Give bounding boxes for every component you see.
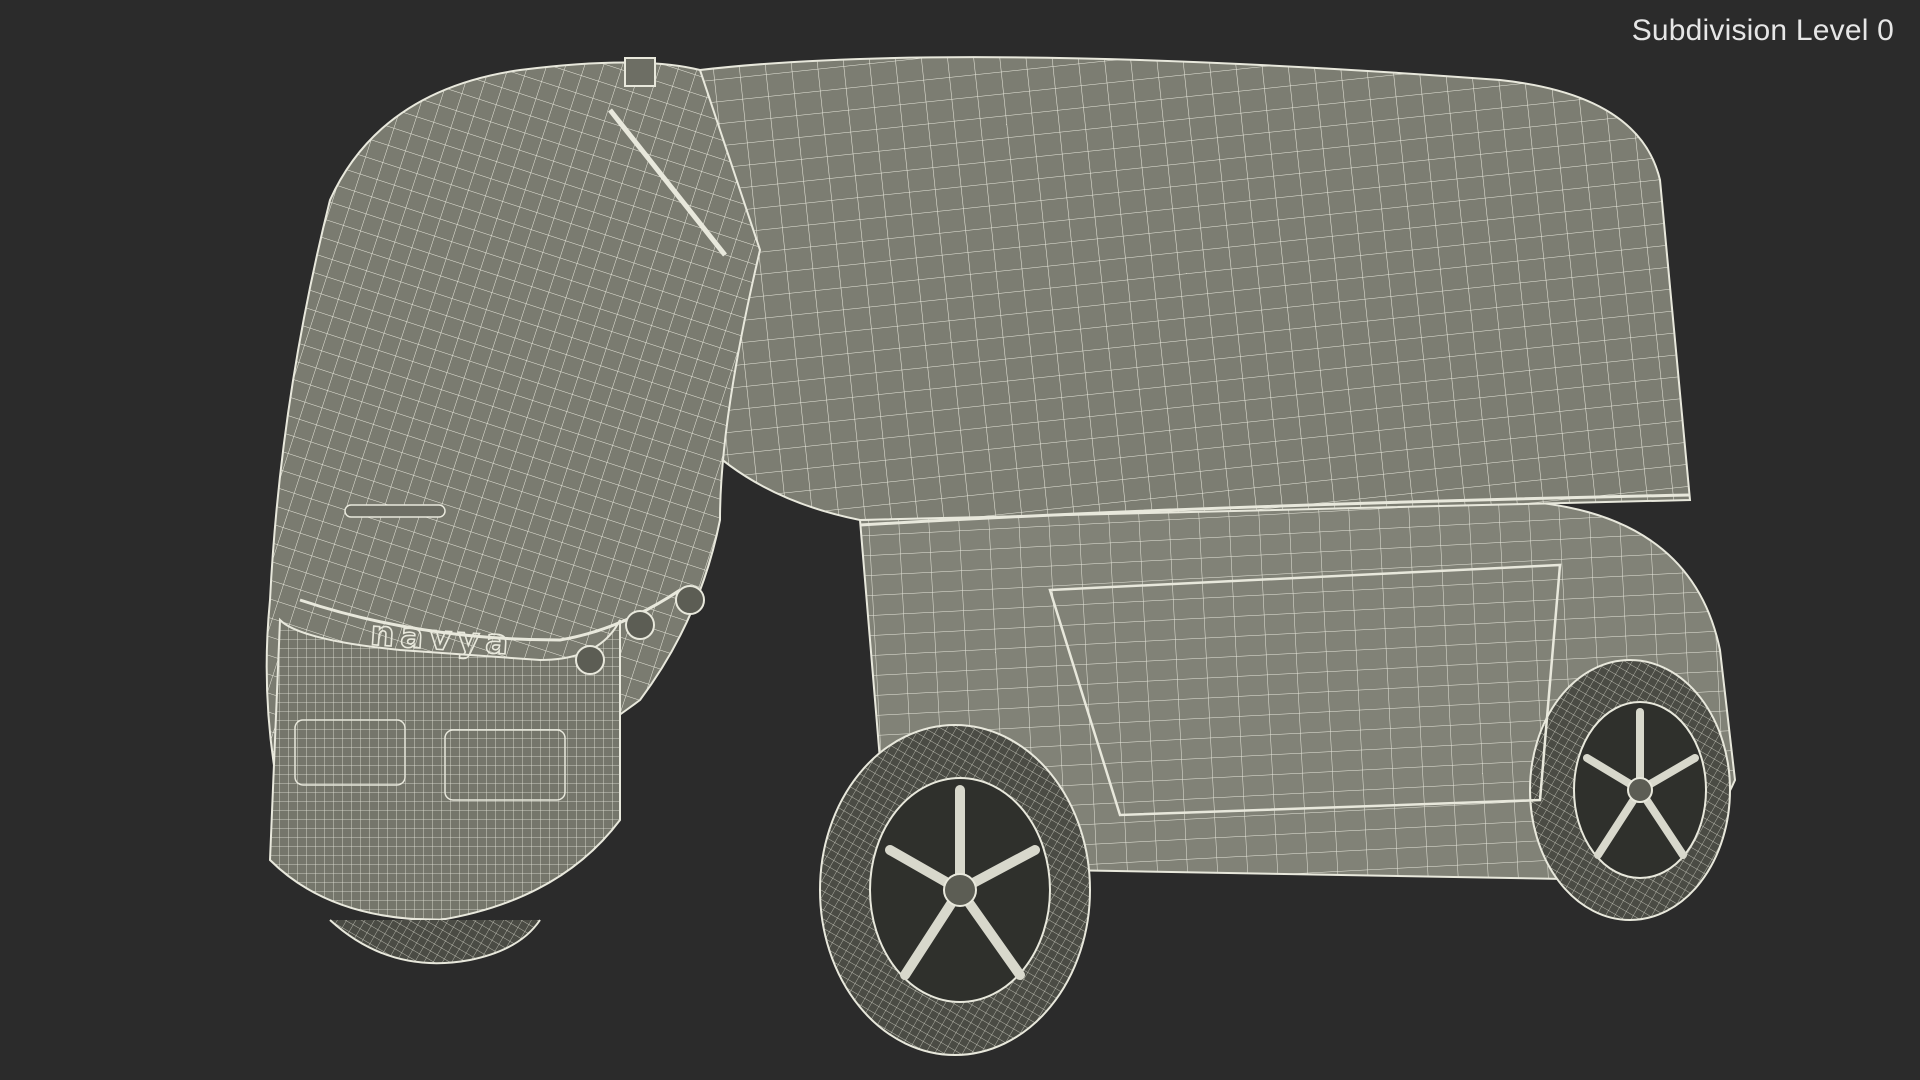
headlamp-1 xyxy=(575,645,605,675)
upper-body-panel xyxy=(699,56,1692,522)
front-wheel xyxy=(819,724,1091,1056)
front-light-bar xyxy=(344,504,446,518)
subdivision-level-label: Subdivision Level 0 xyxy=(1631,14,1894,47)
front-left-wheel xyxy=(329,919,541,965)
roof-sensor xyxy=(624,57,656,87)
grille-right xyxy=(444,729,566,801)
headlamp-2 xyxy=(625,610,655,640)
headlamp-3 xyxy=(675,585,705,615)
wireframe-vehicle-model: navya xyxy=(265,56,1737,1056)
rear-wheel xyxy=(1529,659,1731,921)
viewport-3d[interactable]: navya Subdivision Level 0 xyxy=(0,0,1920,1080)
grille-left xyxy=(294,719,406,786)
